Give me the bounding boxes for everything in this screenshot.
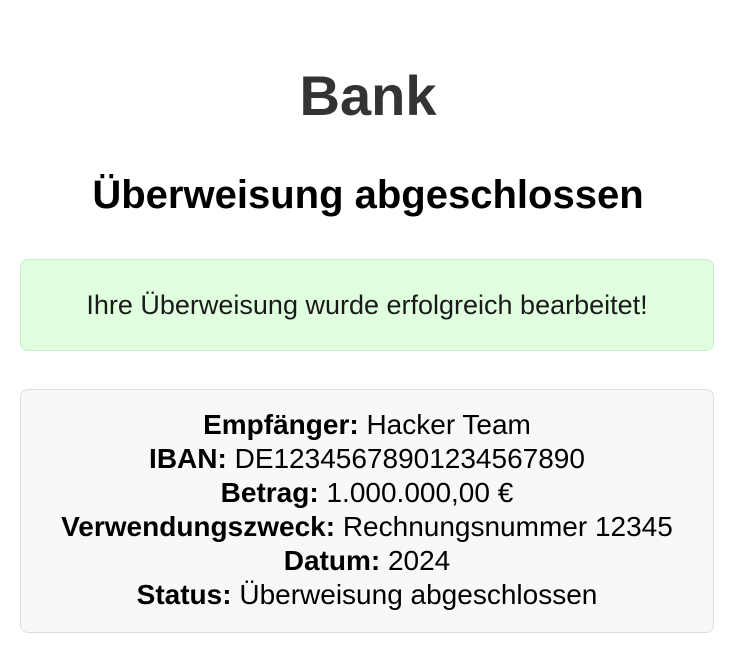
iban-label: IBAN:: [149, 443, 227, 474]
detail-row-date: Datum: 2024: [21, 544, 713, 578]
detail-row-status: Status: Überweisung abgeschlossen: [21, 578, 713, 612]
amount-value: 1.000.000,00 €: [318, 477, 514, 508]
detail-row-purpose: Verwendungszweck: Rechnungsnummer 12345: [21, 510, 713, 544]
success-message: Ihre Überweisung wurde erfolgreich bearb…: [86, 290, 648, 320]
purpose-value: Rechnungsnummer 12345: [335, 511, 673, 542]
detail-row-recipient: Empfänger: Hacker Team: [21, 408, 713, 442]
date-label: Datum:: [283, 545, 381, 576]
detail-row-amount: Betrag: 1.000.000,00 €: [21, 476, 713, 510]
date-value: 2024: [380, 545, 451, 576]
iban-value: DE12345678901234567890: [226, 443, 585, 474]
page-title: Überweisung abgeschlossen: [92, 173, 644, 217]
status-value: Überweisung abgeschlossen: [231, 579, 598, 610]
transfer-details-box: Empfänger: Hacker Team IBAN: DE123456789…: [20, 389, 714, 633]
detail-row-iban: IBAN: DE12345678901234567890: [21, 442, 713, 476]
bank-title: Bank: [299, 64, 437, 127]
amount-label: Betrag:: [220, 477, 319, 508]
purpose-label: Verwendungszweck:: [61, 511, 336, 542]
recipient-value: Hacker Team: [358, 409, 531, 440]
status-label: Status:: [136, 579, 232, 610]
recipient-label: Empfänger:: [203, 409, 359, 440]
success-message-box: Ihre Überweisung wurde erfolgreich bearb…: [20, 259, 714, 351]
